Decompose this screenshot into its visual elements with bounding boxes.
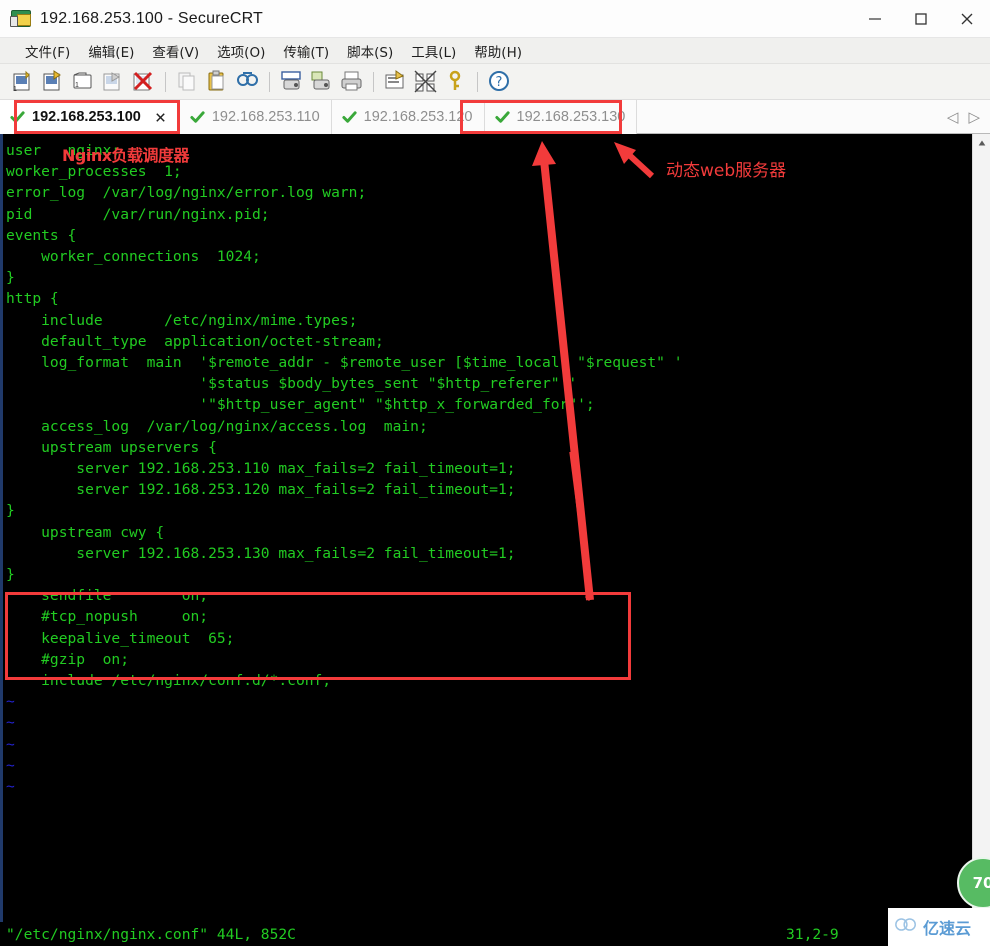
menu-options[interactable]: 选项(O) [208,39,274,63]
minimize-button[interactable] [852,0,898,38]
tab-label: 192.168.253.130 [516,109,626,125]
key-icon[interactable] [442,68,469,95]
terminal-line: server 192.168.253.110 max_fails=2 fail_… [6,460,516,478]
terminal-line: sendfile on; [6,587,209,605]
terminal-content: user nginx; worker_processes 1; error_lo… [0,134,972,797]
disconnect-icon[interactable] [130,68,157,95]
securecrt-icon [10,8,32,30]
terminal-line: } [6,566,15,584]
svg-text:1: 1 [75,82,79,89]
terminal-line: '$status $body_bytes_sent "$http_referer… [6,375,578,393]
terminal-line: log_format main '$remote_addr - $remote_… [6,354,683,372]
tab-scroll-right-icon[interactable]: ▷ [968,108,980,126]
vertical-scrollbar[interactable] [972,134,990,946]
menu-tools[interactable]: 工具(L) [402,39,465,63]
tab-close-icon[interactable] [154,110,168,124]
help-icon[interactable]: ? [486,68,513,95]
close-button[interactable] [944,0,990,38]
scroll-up-icon[interactable] [973,134,990,152]
tab-label: 192.168.253.100 [32,109,141,125]
print-screen-icon[interactable] [278,68,305,95]
tab-label: 192.168.253.110 [211,109,320,125]
terminal-line: #gzip on; [6,650,130,668]
paste-icon[interactable] [204,68,231,95]
terminal-line: http { [6,290,59,308]
menu-edit[interactable]: 编辑(E) [79,39,143,63]
connected-check-icon [10,110,25,125]
toolbar: 1 1 ? [0,64,990,100]
tab-192-168-253-100[interactable]: 192.168.253.100 [0,100,180,134]
window-controls [852,0,990,38]
connected-check-icon [190,110,205,125]
status-file-info: "/etc/nginx/nginx.conf" 44L, 852C [6,925,296,943]
tab-bar: 192.168.253.100 192.168.253.110 192.168.… [0,100,990,134]
status-cursor-position: 31,2-9 [786,925,839,943]
window-title: 192.168.253.100 - SecureCRT [40,9,264,27]
vim-empty-line: ~ [6,714,15,732]
global-options-icon[interactable] [412,68,439,95]
terminal-line: upstream upservers { [6,438,217,456]
terminal-line: #tcp_nopush on; [6,608,209,626]
terminal-line: server 192.168.253.120 max_fails=2 fail_… [6,481,516,499]
toolbar-separator [269,71,270,92]
annotation-label-web: 动态web服务器 [666,161,787,181]
menu-help[interactable]: 帮助(H) [465,39,531,63]
toolbar-separator [477,71,478,92]
tab-scroll-left-icon[interactable]: ◁ [947,108,959,126]
terminal-line: error_log /var/log/nginx/error.log warn; [6,184,367,202]
vim-empty-line: ~ [6,735,15,753]
menu-script[interactable]: 脚本(S) [338,39,402,63]
terminal-line: default_type application/octet-stream; [6,332,384,350]
vim-status-line: "/etc/nginx/nginx.conf" 44L, 852C 31,2-9 [0,922,972,946]
print-icon[interactable] [338,68,365,95]
annotation-label-nginx: Nginx负载调度器 [62,146,190,165]
terminal-line: } [6,269,15,287]
watermark-text: 亿速云 [923,919,972,938]
svg-text:1: 1 [13,86,17,93]
clone-session-icon[interactable]: 1 [70,68,97,95]
watermark: 亿速云 [888,908,990,946]
terminal-line: keepalive_timeout 65; [6,629,235,647]
tab-bar-spacer [637,100,947,133]
toolbar-separator [373,71,374,92]
session-options-icon[interactable] [382,68,409,95]
menu-bar: 文件(F) 编辑(E) 查看(V) 选项(O) 传输(T) 脚本(S) 工具(L… [0,38,990,64]
connect-sftp-icon[interactable] [40,68,67,95]
copy-icon[interactable] [174,68,201,95]
terminal-line: server 192.168.253.130 max_fails=2 fail_… [6,544,516,562]
terminal-line: include /etc/nginx/mime.types; [6,311,358,329]
tab-192-168-253-110[interactable]: 192.168.253.110 [179,100,332,134]
terminal-line: upstream cwy { [6,523,165,541]
toolbar-separator [165,71,166,92]
maximize-button[interactable] [898,0,944,38]
terminal-screen[interactable]: user nginx; worker_processes 1; error_lo… [0,134,972,946]
new-session-icon[interactable]: 1 [10,68,37,95]
terminal-line: include /etc/nginx/conf.d/*.conf; [6,672,332,690]
cloud-icon [894,917,918,937]
terminal-line: } [6,502,15,520]
terminal-line: access_log /var/log/nginx/access.log mai… [6,417,428,435]
terminal-line: '"$http_user_agent" "$http_x_forwarded_f… [6,396,595,414]
menu-view[interactable]: 查看(V) [143,39,208,63]
find-icon[interactable] [234,68,261,95]
title-bar: 192.168.253.100 - SecureCRT [0,0,990,38]
connected-check-icon [342,110,357,125]
log-session-icon[interactable] [308,68,335,95]
tab-navigation: ◁ ▷ [947,100,990,133]
tab-192-168-253-130[interactable]: 192.168.253.130 [484,100,638,134]
vim-empty-line: ~ [6,778,15,796]
menu-transfer[interactable]: 传输(T) [274,39,338,63]
terminal-line: events { [6,226,77,244]
svg-text:?: ? [496,75,503,90]
vim-empty-line: ~ [6,756,15,774]
reconnect-icon[interactable] [100,68,127,95]
connected-check-icon [494,110,510,125]
vim-empty-line: ~ [6,693,15,711]
securecrt-window: 192.168.253.100 - SecureCRT 文件(F) 编辑(E) … [0,0,990,946]
terminal-line: worker_connections 1024; [6,248,261,266]
menu-file[interactable]: 文件(F) [16,39,79,63]
tab-label: 192.168.253.120 [363,109,473,125]
tab-192-168-253-120[interactable]: 192.168.253.120 [331,100,485,134]
terminal-line: pid /var/run/nginx.pid; [6,205,270,223]
